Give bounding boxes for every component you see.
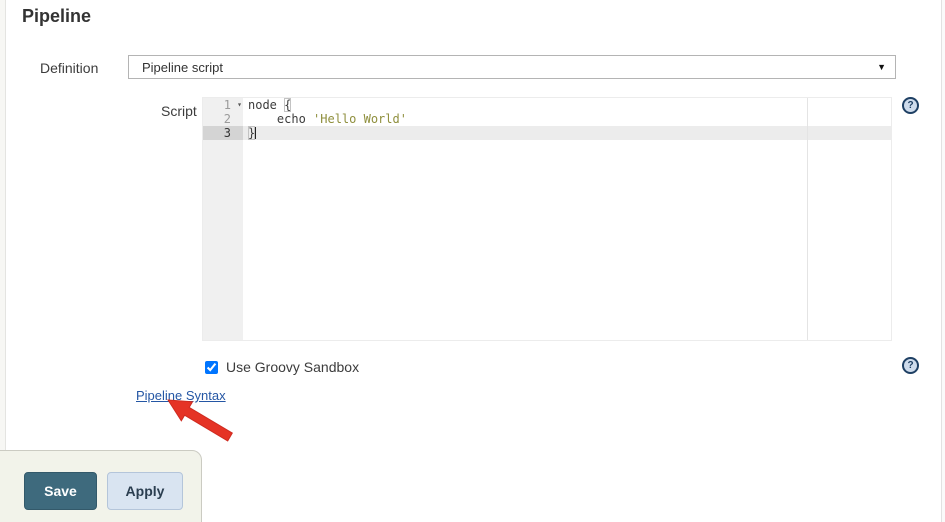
- question-mark-glyph: ?: [907, 360, 914, 371]
- code-line: }: [248, 126, 257, 140]
- apply-button[interactable]: Apply: [107, 472, 183, 510]
- left-page-edge: [0, 0, 6, 522]
- help-icon[interactable]: ?: [902, 357, 919, 374]
- pipeline-config-page: Pipeline Definition Pipeline script ▼ Sc…: [0, 0, 945, 522]
- code-line: node {: [248, 98, 292, 112]
- code-line: echo 'Hello World': [248, 112, 407, 126]
- definition-dropdown-value: Pipeline script: [142, 59, 223, 75]
- groovy-sandbox-label[interactable]: Use Groovy Sandbox: [226, 359, 359, 375]
- right-page-edge: [941, 0, 945, 522]
- chevron-down-icon: ▼: [877, 62, 886, 72]
- editor-gutter[interactable]: 1 ▾ 2 3: [203, 98, 243, 340]
- gutter-line-number[interactable]: 2: [203, 112, 243, 126]
- save-button[interactable]: Save: [24, 472, 97, 510]
- groovy-sandbox-checkbox[interactable]: [205, 361, 218, 374]
- help-icon[interactable]: ?: [902, 97, 919, 114]
- gutter-line-number[interactable]: 3: [203, 126, 243, 140]
- fold-arrow-icon[interactable]: ▾: [237, 98, 242, 112]
- definition-dropdown[interactable]: Pipeline script ▼: [128, 55, 896, 79]
- script-code-editor[interactable]: 1 ▾ 2 3 node { echo 'Hello World'}: [202, 97, 892, 341]
- gutter-line-number[interactable]: 1 ▾: [203, 98, 243, 112]
- text-caret: [255, 127, 257, 139]
- page-title: Pipeline: [22, 6, 92, 26]
- definition-label: Definition: [40, 60, 99, 76]
- script-label: Script: [161, 103, 197, 119]
- editor-code[interactable]: node { echo 'Hello World'}: [243, 98, 891, 340]
- pipeline-syntax-link[interactable]: Pipeline Syntax: [136, 388, 226, 403]
- question-mark-glyph: ?: [907, 100, 914, 111]
